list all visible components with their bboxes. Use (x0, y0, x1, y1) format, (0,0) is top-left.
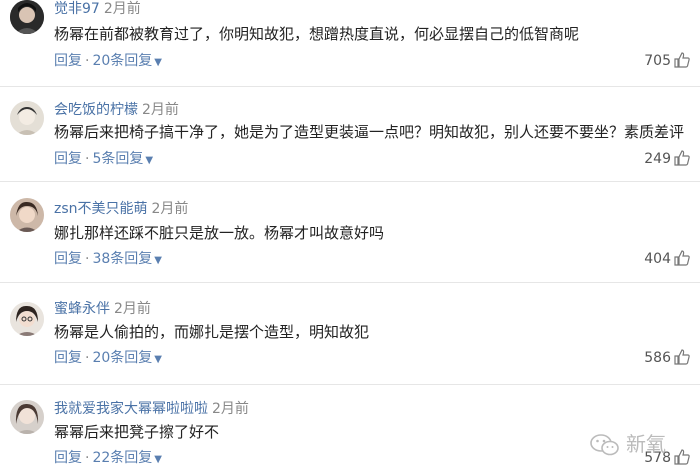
timestamp: 2月前 (103, 1, 141, 17)
reply-button[interactable]: 回复 (54, 450, 82, 466)
avatar[interactable] (10, 302, 44, 336)
comment-meta: 觉非97 2月前 (54, 0, 141, 18)
chevron-down-icon: ▼ (145, 155, 154, 166)
thumbs-up-icon (674, 349, 690, 365)
timestamp: 2月前 (151, 201, 189, 217)
comment-actions: 回复 · 5条回复 ▼ (54, 150, 153, 170)
avatar[interactable] (10, 198, 44, 232)
username[interactable]: 我就爱我家大幂幂啦啦啦 (54, 401, 208, 417)
timestamp: 2月前 (212, 401, 249, 417)
like-button[interactable]: 404 (644, 250, 690, 268)
thumbs-up-icon (674, 150, 690, 166)
chevron-down-icon: ▼ (154, 454, 162, 465)
separator: · (85, 450, 90, 466)
divider (0, 282, 700, 283)
chevron-down-icon: ▼ (154, 354, 162, 365)
reply-count: 20条回复 (92, 350, 153, 366)
watermark: 新氧 (590, 428, 666, 457)
separator: · (85, 350, 90, 366)
thumbs-up-icon (674, 449, 690, 465)
comment-item: 会吃饭的柠檬 2月前 杨幂后来把椅子搞干净了，她是为了造型更装逼一点吧？明知故犯，… (0, 97, 700, 181)
chevron-down-icon: ▼ (154, 255, 162, 266)
like-button[interactable]: 586 (644, 349, 690, 367)
separator: · (85, 53, 90, 69)
comment-actions: 回复 · 22条回复 ▼ (54, 449, 162, 469)
like-count: 249 (644, 151, 671, 167)
like-count: 586 (644, 350, 671, 366)
comment-actions: 回复 · 38条回复 ▼ (54, 250, 162, 270)
divider (0, 181, 700, 182)
reply-button[interactable]: 回复 (54, 350, 82, 366)
separator: · (85, 151, 90, 167)
comment-item: 蜜蜂永伴 2月前 杨幂是人偷拍的，而娜扎是摆个造型，明知故犯 回复 · 20条回复 ▼ … (0, 292, 700, 384)
divider (0, 86, 700, 87)
comment-actions: 回复 · 20条回复 ▼ (54, 349, 162, 369)
replies-toggle[interactable]: 22条回复 ▼ (92, 450, 162, 466)
comment-meta: 蜜蜂永伴 2月前 (54, 300, 151, 318)
comment-text: 杨幂是人偷拍的，而娜扎是摆个造型，明知故犯 (54, 323, 370, 341)
comment-text: 娜扎那样还踩不脏只是放一放。杨幂才叫故意好吗 (54, 224, 385, 242)
comment-meta: zsn不美只能萌 2月前 (54, 200, 188, 218)
username[interactable]: 觉非97 (54, 1, 100, 17)
username[interactable]: 蜜蜂永伴 (54, 301, 110, 317)
replies-toggle[interactable]: 38条回复 ▼ (92, 251, 162, 267)
replies-toggle[interactable]: 20条回复 ▼ (92, 350, 162, 366)
reply-count: 5条回复 (92, 151, 144, 167)
comment-text: 杨幂在前都被教育过了，你明知故犯，想蹭热度直说，何必显摆自己的低智商呢 (54, 25, 580, 43)
reply-count: 20条回复 (92, 53, 153, 69)
comment-actions: 回复 · 20条回复 ▼ (54, 52, 162, 72)
thumbs-up-icon (674, 250, 690, 266)
comment-item: 觉非97 2月前 杨幂在前都被教育过了，你明知故犯，想蹭热度直说，何必显摆自己的低… (0, 0, 700, 86)
comment-meta: 我就爱我家大幂幂啦啦啦 2月前 (54, 400, 249, 418)
avatar[interactable] (10, 101, 44, 135)
comment-text: 幂幂后来把凳子擦了好不 (54, 423, 220, 441)
watermark-text: 新氧 (626, 432, 666, 456)
reply-count: 22条回复 (92, 450, 153, 466)
replies-toggle[interactable]: 5条回复 ▼ (92, 151, 153, 167)
thumbs-up-icon (674, 52, 690, 68)
username[interactable]: 会吃饭的柠檬 (54, 102, 138, 118)
timestamp: 2月前 (114, 301, 151, 317)
separator: · (85, 251, 90, 267)
timestamp: 2月前 (142, 102, 179, 118)
divider (0, 384, 700, 385)
reply-button[interactable]: 回复 (54, 53, 82, 69)
reply-button[interactable]: 回复 (54, 151, 82, 167)
like-button[interactable]: 705 (644, 52, 690, 70)
replies-toggle[interactable]: 20条回复 ▼ (92, 53, 162, 69)
username[interactable]: zsn不美只能萌 (54, 201, 148, 217)
avatar[interactable] (10, 400, 44, 434)
wechat-icon (590, 434, 619, 456)
comment-meta: 会吃饭的柠檬 2月前 (54, 101, 179, 119)
comment-text: 杨幂后来把椅子搞干净了，她是为了造型更装逼一点吧？明知故犯，别人还要不要坐？素质… (54, 123, 685, 141)
like-count: 404 (644, 251, 671, 267)
like-button[interactable]: 249 (644, 150, 690, 168)
reply-count: 38条回复 (92, 251, 153, 267)
avatar[interactable] (10, 0, 44, 34)
chevron-down-icon: ▼ (154, 57, 162, 68)
reply-button[interactable]: 回复 (54, 251, 82, 267)
like-count: 705 (644, 53, 671, 69)
comment-item: zsn不美只能萌 2月前 娜扎那样还踩不脏只是放一放。杨幂才叫故意好吗 回复 · 38… (0, 192, 700, 282)
